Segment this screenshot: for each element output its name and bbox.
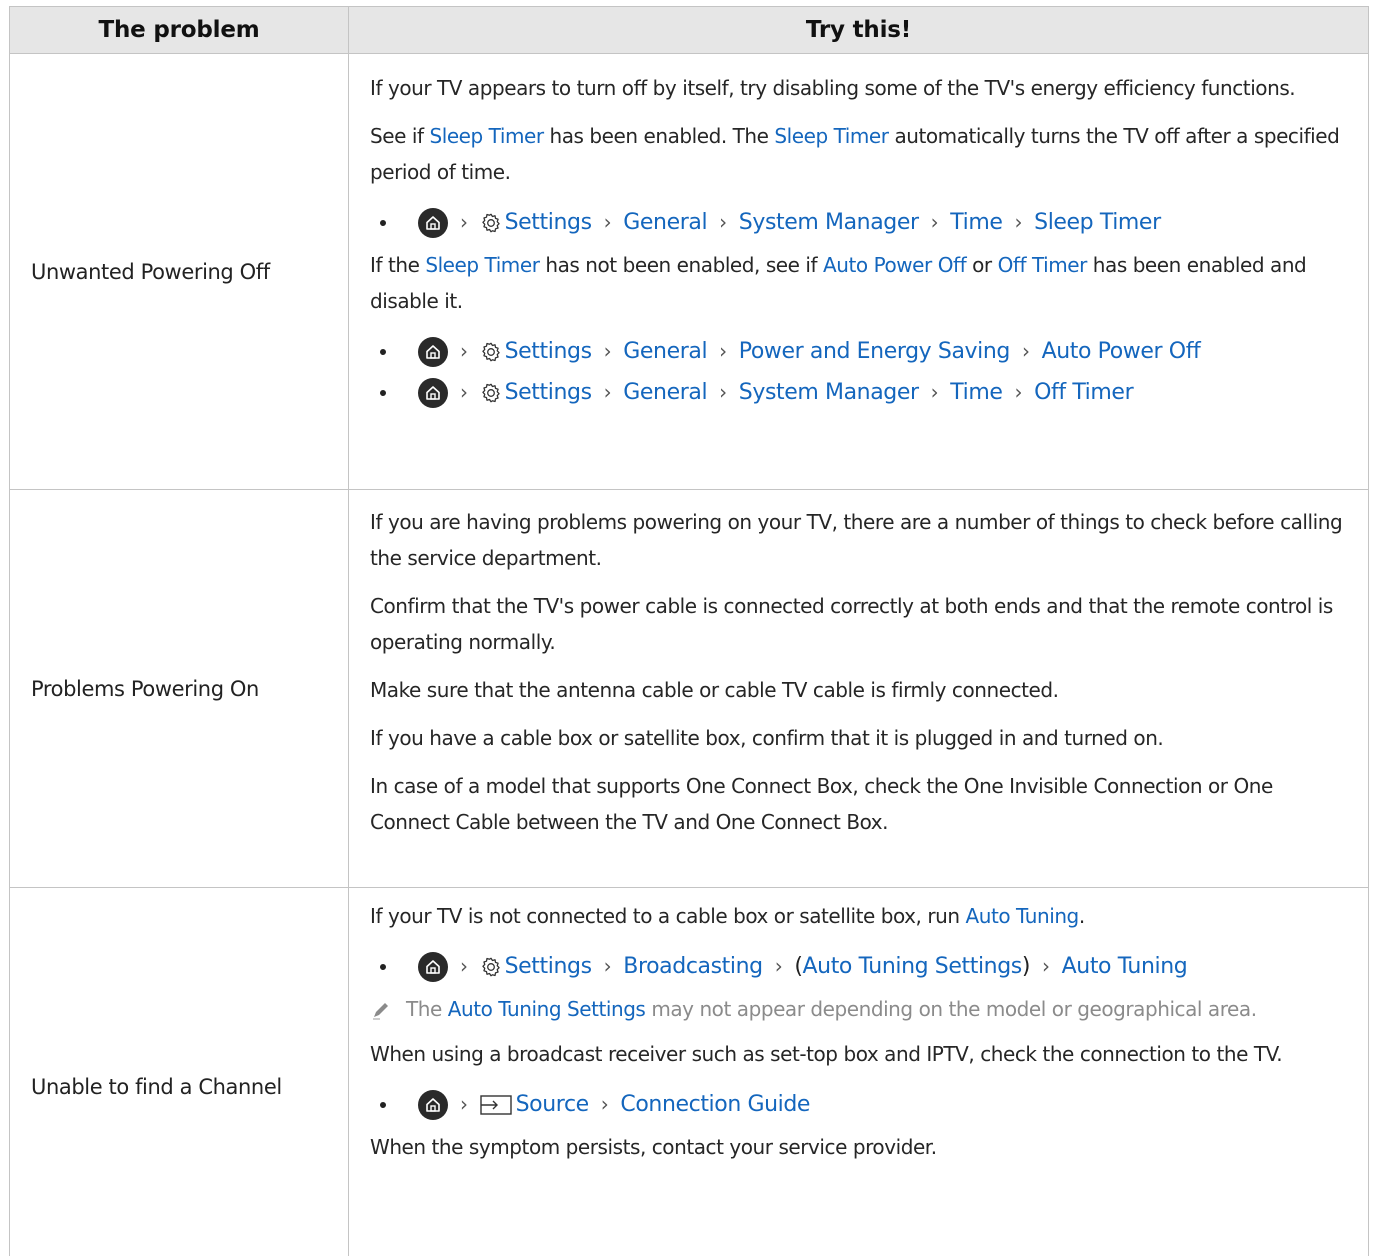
solution-paragraph: If you are having problems powering on y…	[370, 510, 1343, 570]
chevron-right-icon: ›	[460, 338, 468, 363]
solution-paragraph: If you have a cable box or satellite box…	[370, 726, 1164, 750]
column-header-try-this: Try this!	[348, 6, 1369, 54]
chevron-right-icon: ›	[719, 379, 727, 404]
menu-path: › Settings › General › System Manager › …	[370, 202, 1348, 243]
menu-item-auto-tuning-settings[interactable]: Auto Tuning Settings	[803, 954, 1023, 979]
chevron-right-icon: ›	[600, 1091, 609, 1116]
solution-paragraph: Make sure that the antenna cable or cabl…	[370, 678, 1059, 702]
chevron-right-icon: ›	[460, 953, 468, 978]
problem-cell: Unable to find a Channel	[9, 887, 349, 1256]
sleep-timer-link[interactable]: Sleep Timer	[425, 253, 540, 277]
gear-icon	[481, 383, 500, 402]
bullet	[380, 1101, 386, 1108]
solution-cell: If you are having problems powering on y…	[348, 489, 1369, 888]
menu-path: › Settings › Broadcasting › (Auto Tuning…	[370, 946, 1348, 987]
chevron-right-icon: ›	[603, 953, 612, 978]
menu-item-general[interactable]: General	[623, 339, 707, 364]
menu-path: › Source › Connection Guide	[370, 1084, 1348, 1125]
table-header-row: The problem Try this!	[9, 6, 1369, 54]
gear-icon	[481, 342, 500, 361]
menu-item-auto-tuning[interactable]: Auto Tuning	[1062, 954, 1188, 979]
chevron-right-icon: ›	[719, 338, 727, 363]
solution-paragraph: If your TV appears to turn off by itself…	[370, 76, 1296, 100]
gear-icon	[481, 213, 500, 232]
home-icon[interactable]	[418, 207, 448, 238]
chevron-right-icon: ›	[603, 209, 612, 234]
menu-item-connection-guide[interactable]: Connection Guide	[620, 1092, 810, 1117]
chevron-right-icon: ›	[460, 379, 468, 404]
gear-icon	[481, 957, 500, 976]
solution-paragraph: See if Sleep Timer has been enabled. The…	[370, 124, 1340, 184]
chevron-right-icon: ›	[460, 1091, 468, 1116]
sleep-timer-link[interactable]: Sleep Timer	[429, 124, 544, 148]
menu-item-settings[interactable]: Settings	[505, 954, 592, 979]
menu-path: › Settings › General › System Manager › …	[370, 372, 1348, 413]
note: The Auto Tuning Settings may not appear …	[370, 991, 1348, 1028]
chevron-right-icon: ›	[719, 209, 727, 234]
table-row: Unable to find a Channel If your TV is n…	[9, 887, 1369, 1256]
source-input-icon	[479, 1094, 512, 1115]
menu-item-broadcasting[interactable]: Broadcasting	[623, 954, 763, 979]
menu-item-general[interactable]: General	[623, 210, 707, 235]
menu-item-source[interactable]: Source	[516, 1092, 590, 1117]
chevron-right-icon: ›	[1021, 338, 1030, 363]
solution-paragraph: In case of a model that supports One Con…	[370, 774, 1273, 834]
auto-tuning-link[interactable]: Auto Tuning	[966, 904, 1080, 928]
chevron-right-icon: ›	[1014, 379, 1023, 404]
chevron-right-icon: ›	[930, 379, 939, 404]
menu-item-general[interactable]: General	[623, 380, 707, 405]
bullet	[380, 348, 386, 355]
chevron-right-icon: ›	[1014, 209, 1023, 234]
solution-paragraph: If the Sleep Timer has not been enabled,…	[370, 253, 1307, 313]
menu-item-settings[interactable]: Settings	[505, 339, 592, 364]
home-icon[interactable]	[418, 1089, 448, 1120]
problem-cell: Problems Powering On	[9, 489, 349, 888]
chevron-right-icon: ›	[930, 209, 939, 234]
menu-item-time[interactable]: Time	[950, 380, 1003, 405]
solution-paragraph: Confirm that the TV's power cable is con…	[370, 594, 1333, 654]
chevron-right-icon: ›	[603, 379, 612, 404]
home-icon[interactable]	[418, 951, 448, 982]
menu-item-settings[interactable]: Settings	[505, 210, 592, 235]
solution-cell: If your TV appears to turn off by itself…	[348, 53, 1369, 490]
note-text: The Auto Tuning Settings may not appear …	[406, 997, 1257, 1021]
menu-item-auto-power-off[interactable]: Auto Power Off	[1042, 339, 1201, 364]
solution-paragraph: When using a broadcast receiver such as …	[370, 1042, 1283, 1066]
menu-path: › Settings › General › Power and Energy …	[370, 331, 1348, 372]
menu-item-system-manager[interactable]: System Manager	[739, 210, 919, 235]
home-icon[interactable]	[418, 377, 448, 408]
home-icon[interactable]	[418, 336, 448, 367]
menu-item-off-timer[interactable]: Off Timer	[1034, 380, 1133, 405]
table-row: Problems Powering On If you are having p…	[9, 489, 1369, 888]
table-row: Unwanted Powering Off If your TV appears…	[9, 53, 1369, 490]
menu-item-sleep-timer[interactable]: Sleep Timer	[1034, 210, 1161, 235]
chevron-right-icon: ›	[1042, 953, 1050, 978]
menu-item-time[interactable]: Time	[950, 210, 1003, 235]
solution-paragraph: When the symptom persists, contact your …	[370, 1135, 937, 1159]
solution-cell: If your TV is not connected to a cable b…	[348, 887, 1369, 1256]
bullet	[380, 389, 386, 396]
solution-paragraph: If your TV is not connected to a cable b…	[370, 904, 1085, 928]
bullet	[380, 963, 386, 970]
problem-cell: Unwanted Powering Off	[9, 53, 349, 490]
menu-item-settings[interactable]: Settings	[505, 380, 592, 405]
paren-close: )	[1021, 954, 1031, 979]
auto-power-off-link[interactable]: Auto Power Off	[823, 253, 967, 277]
sleep-timer-link[interactable]: Sleep Timer	[774, 124, 889, 148]
menu-item-power-and-energy-saving[interactable]: Power and Energy Saving	[739, 339, 1011, 364]
auto-tuning-settings-link[interactable]: Auto Tuning Settings	[448, 997, 646, 1021]
troubleshooting-page: The problem Try this! Unwanted Powering …	[0, 0, 1375, 1256]
bullet	[380, 219, 386, 226]
menu-item-system-manager[interactable]: System Manager	[739, 380, 919, 405]
paren-open: (	[794, 954, 803, 979]
column-header-problem: The problem	[9, 6, 349, 54]
troubleshooting-table: The problem Try this! Unwanted Powering …	[9, 6, 1369, 1256]
chevron-right-icon: ›	[774, 953, 783, 978]
off-timer-link[interactable]: Off Timer	[998, 253, 1088, 277]
pencil-note-icon	[373, 1003, 388, 1020]
chevron-right-icon: ›	[460, 209, 468, 234]
chevron-right-icon: ›	[603, 338, 612, 363]
